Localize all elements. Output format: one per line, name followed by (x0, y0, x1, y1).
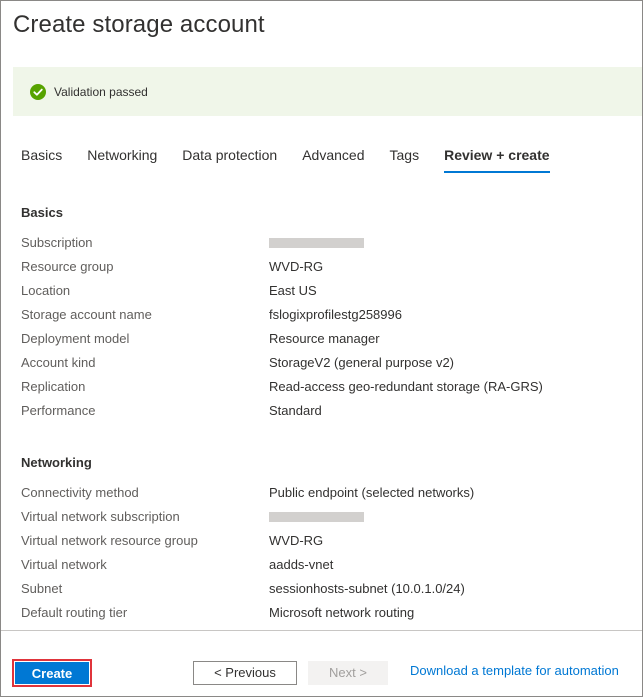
row-label: Account kind (21, 355, 96, 370)
row-label: Replication (21, 379, 86, 394)
row-value: aadds-vnet (269, 557, 334, 572)
tab-tags[interactable]: Tags (390, 147, 420, 173)
row-label: Virtual network resource group (21, 533, 198, 548)
summary-row-performance: Performance Standard (21, 402, 621, 420)
summary-row-virtual-network-subscription: Virtual network subscription (21, 508, 621, 526)
validation-banner: Validation passed (13, 67, 642, 116)
section-title-basics: Basics (21, 205, 63, 220)
next-button[interactable]: Next > (308, 661, 388, 685)
row-label: Subscription (21, 235, 93, 250)
tab-data-protection[interactable]: Data protection (182, 147, 277, 173)
row-label: Subnet (21, 581, 63, 596)
create-button-highlight: Create (12, 659, 92, 687)
create-storage-account-blade: Create storage account Validation passed… (0, 0, 643, 697)
redacted-value (269, 238, 364, 248)
tab-advanced[interactable]: Advanced (302, 147, 364, 173)
row-value: WVD-RG (269, 533, 324, 548)
download-template-link[interactable]: Download a template for automation (410, 663, 619, 678)
row-value: Microsoft network routing (269, 605, 415, 620)
row-value: Public endpoint (selected networks) (269, 485, 475, 500)
row-label: Resource group (21, 259, 114, 274)
checkmark-circle-icon (30, 83, 46, 100)
footer-divider (1, 630, 642, 631)
row-value: East US (269, 283, 317, 298)
summary-row-location: Location East US (21, 282, 621, 300)
tab-review-create[interactable]: Review + create (444, 147, 550, 173)
row-value: Resource manager (269, 331, 380, 346)
wizard-tabs: Basics Networking Data protection Advanc… (21, 147, 550, 173)
tab-networking[interactable]: Networking (87, 147, 157, 173)
row-value: Read-access geo-redundant storage (RA-GR… (269, 379, 543, 394)
row-value: WVD-RG (269, 259, 324, 274)
row-label: Location (21, 283, 71, 298)
row-value: StorageV2 (general purpose v2) (269, 355, 455, 370)
summary-row-virtual-network-resource-group: Virtual network resource group WVD-RG (21, 532, 621, 550)
summary-row-default-routing-tier: Default routing tier Microsoft network r… (21, 604, 621, 622)
previous-button[interactable]: < Previous (193, 661, 297, 685)
create-button[interactable]: Create (15, 662, 89, 684)
row-value: Standard (269, 403, 322, 418)
row-label: Default routing tier (21, 605, 128, 620)
summary-row-subnet: Subnet sessionhosts-subnet (10.0.1.0/24) (21, 580, 621, 598)
row-label: Virtual network (21, 557, 107, 572)
row-value: fslogixprofilestg258996 (269, 307, 402, 322)
row-label: Deployment model (21, 331, 130, 346)
summary-row-storage-account-name: Storage account name fslogixprofilestg25… (21, 306, 621, 324)
summary-row-virtual-network: Virtual network aadds-vnet (21, 556, 621, 574)
summary-row-replication: Replication Read-access geo-redundant st… (21, 378, 621, 396)
summary-row-resource-group: Resource group WVD-RG (21, 258, 621, 276)
section-title-networking: Networking (21, 455, 92, 470)
row-label: Virtual network subscription (21, 509, 180, 524)
row-label: Connectivity method (21, 485, 139, 500)
redacted-value (269, 512, 364, 522)
summary-row-account-kind: Account kind StorageV2 (general purpose … (21, 354, 621, 372)
row-label: Storage account name (21, 307, 152, 322)
summary-row-subscription: Subscription (21, 234, 621, 252)
page-title: Create storage account (13, 11, 265, 38)
summary-row-connectivity-method: Connectivity method Public endpoint (sel… (21, 484, 621, 502)
summary-row-deployment-model: Deployment model Resource manager (21, 330, 621, 348)
validation-status-text: Validation passed (54, 84, 148, 99)
row-value: sessionhosts-subnet (10.0.1.0/24) (269, 581, 465, 596)
tab-basics[interactable]: Basics (21, 147, 62, 173)
row-label: Performance (21, 403, 96, 418)
